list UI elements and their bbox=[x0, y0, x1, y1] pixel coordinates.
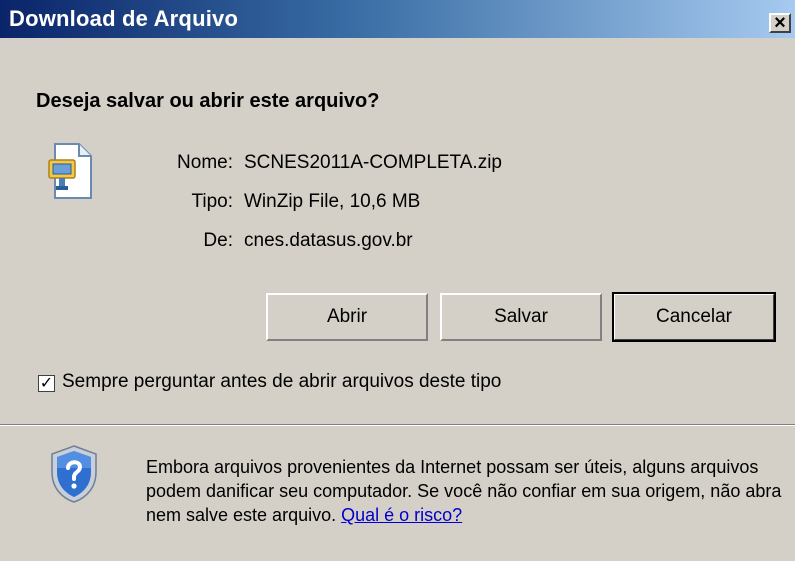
check-icon: ✓ bbox=[39, 374, 54, 392]
window-title: Download de Arquivo bbox=[9, 6, 239, 31]
cancel-button[interactable]: Cancelar bbox=[612, 292, 776, 342]
type-label: Tipo: bbox=[191, 191, 233, 212]
divider-highlight bbox=[0, 425, 795, 426]
from-value: cnes.datasus.gov.br bbox=[244, 230, 413, 251]
name-label: Nome: bbox=[177, 152, 233, 173]
risk-link[interactable]: Qual é o risco? bbox=[341, 505, 462, 525]
open-button[interactable]: Abrir bbox=[266, 293, 428, 341]
title-bar[interactable]: Download de Arquivo × bbox=[0, 0, 795, 38]
dialog-question: Deseja salvar ou abrir este arquivo? bbox=[36, 90, 380, 112]
always-ask-checkbox[interactable]: ✓ bbox=[38, 375, 55, 392]
warning-text: Embora arquivos provenientes da Internet… bbox=[146, 455, 786, 527]
name-value: SCNES2011A-COMPLETA.zip bbox=[244, 152, 502, 173]
warning-message: Embora arquivos provenientes da Internet… bbox=[146, 457, 782, 525]
shield-question-icon bbox=[51, 445, 97, 503]
save-button[interactable]: Salvar bbox=[440, 293, 602, 341]
zip-file-icon bbox=[48, 143, 92, 199]
from-label: De: bbox=[203, 230, 233, 251]
dialog-body: Deseja salvar ou abrir este arquivo? Nom… bbox=[0, 38, 795, 561]
type-value: WinZip File, 10,6 MB bbox=[244, 191, 421, 212]
close-icon: × bbox=[774, 12, 786, 34]
close-button[interactable]: × bbox=[769, 13, 791, 33]
always-ask-label[interactable]: Sempre perguntar antes de abrir arquivos… bbox=[62, 371, 501, 393]
